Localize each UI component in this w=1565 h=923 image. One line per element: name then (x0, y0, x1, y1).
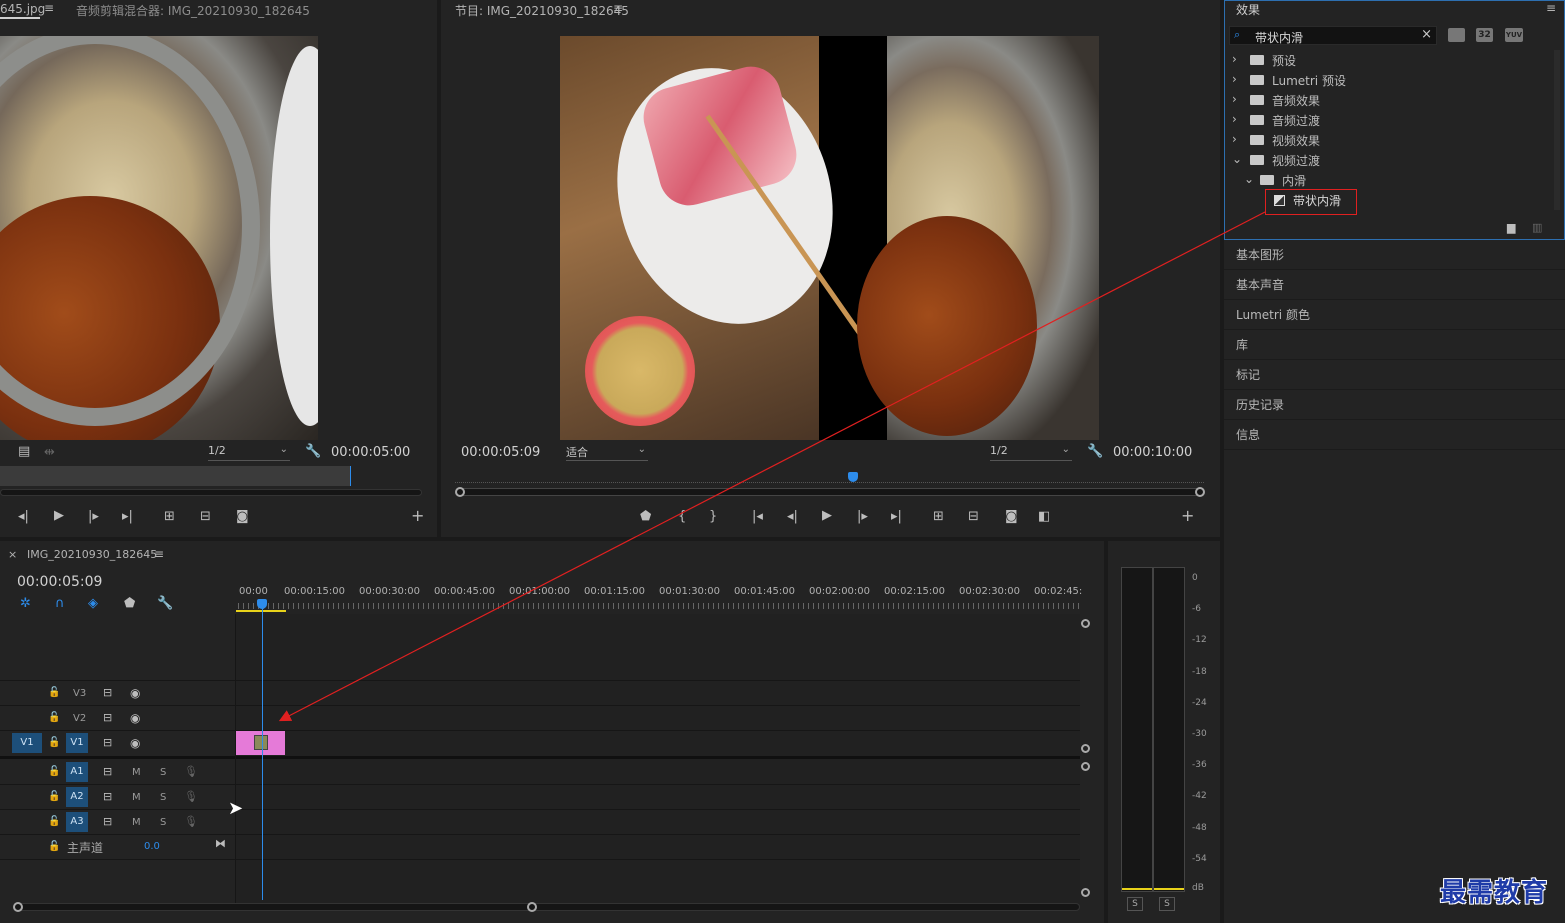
annotation-arrow (278, 211, 1266, 722)
arrow-line (278, 211, 1266, 722)
watermark-text: 最需教育 (1440, 878, 1549, 908)
